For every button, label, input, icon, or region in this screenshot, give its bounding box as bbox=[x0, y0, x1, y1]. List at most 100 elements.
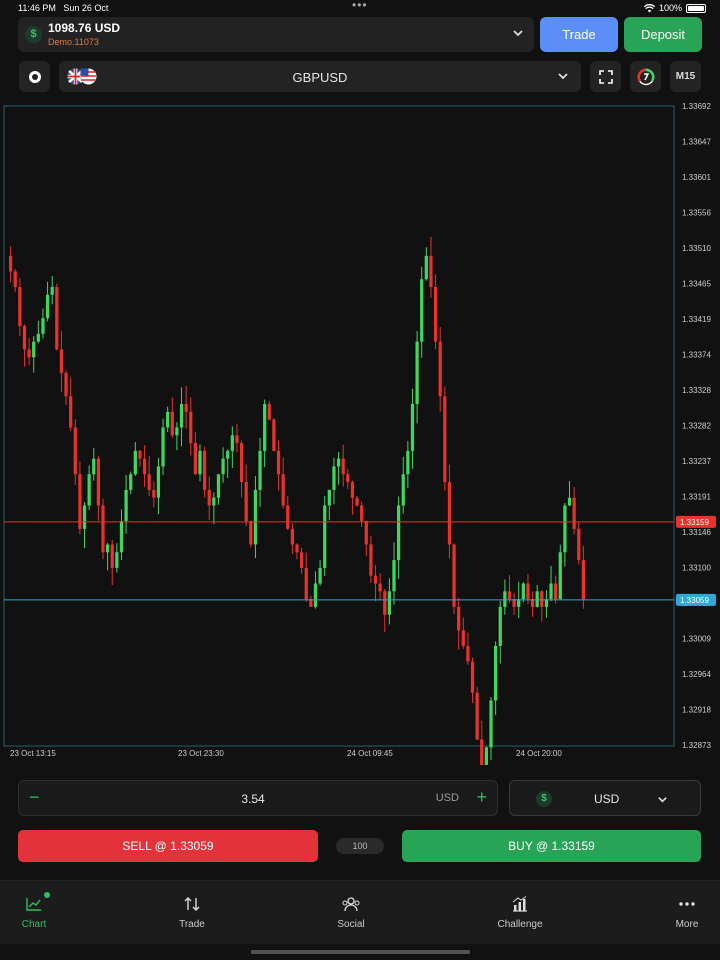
candle-body bbox=[142, 458, 147, 475]
settings-icon bbox=[28, 70, 41, 83]
candle-body bbox=[106, 544, 110, 553]
candle-body bbox=[341, 458, 345, 475]
candle-body bbox=[129, 474, 133, 490]
candle-body bbox=[429, 255, 433, 288]
candle-body bbox=[415, 341, 419, 405]
candle-body bbox=[281, 474, 285, 506]
candle-body bbox=[267, 404, 271, 420]
amount-currency: USD bbox=[435, 792, 459, 804]
nav-item-trade[interactable]: Trade bbox=[162, 895, 222, 930]
trade-button[interactable]: Trade bbox=[540, 17, 618, 52]
candle-body bbox=[64, 372, 68, 397]
ask-price-label: 1.33059 bbox=[680, 596, 709, 605]
y-tick-label: 1.33556 bbox=[682, 209, 711, 218]
candle-body bbox=[443, 396, 447, 483]
y-tick-label: 1.33191 bbox=[682, 493, 711, 502]
deposit-button[interactable]: Deposit bbox=[624, 17, 702, 52]
timeframe-button[interactable]: M15 bbox=[670, 61, 701, 92]
y-tick-label: 1.32964 bbox=[682, 670, 711, 679]
amount-value[interactable]: 3.54 bbox=[19, 792, 497, 806]
candle-body bbox=[332, 466, 336, 490]
y-tick-label: 1.33510 bbox=[682, 244, 711, 253]
candle-body bbox=[480, 739, 484, 765]
y-tick-label: 1.32918 bbox=[682, 706, 711, 715]
candle-body bbox=[69, 396, 73, 428]
candle-body bbox=[420, 279, 424, 342]
candle-body bbox=[470, 661, 475, 693]
fullscreen-button[interactable] bbox=[590, 61, 621, 92]
candle-body bbox=[295, 544, 299, 553]
candle-body bbox=[189, 411, 193, 444]
candle-body bbox=[119, 521, 124, 553]
y-tick-label: 1.33601 bbox=[682, 173, 711, 182]
candle-body bbox=[18, 287, 22, 327]
symbol-name: GBPUSD bbox=[292, 70, 348, 85]
candle-body bbox=[175, 427, 179, 436]
status-right: 100% bbox=[643, 3, 706, 13]
candle-body bbox=[276, 450, 281, 475]
sell-button[interactable]: SELL @ 1.33059 bbox=[18, 830, 318, 862]
candle-body bbox=[45, 294, 50, 319]
account-selector[interactable]: $ 1098.76 USD Demo.11073 bbox=[18, 17, 534, 52]
candle-body bbox=[327, 489, 331, 506]
candle-body bbox=[383, 591, 387, 615]
y-tick-label: 1.33146 bbox=[682, 528, 711, 537]
bid-price-label: 1.33159 bbox=[680, 518, 709, 527]
nav-label: Chart bbox=[21, 919, 47, 930]
status-date: Sun 26 Oct bbox=[63, 3, 109, 13]
multitask-dots-icon[interactable]: ••• bbox=[352, 0, 368, 12]
nav-item-more[interactable]: More bbox=[657, 895, 717, 930]
price-chart[interactable]: 1.33692 1.33647 1.33601 1.33556 1.33510 1.334… bbox=[0, 100, 720, 765]
increase-amount-button[interactable]: + bbox=[476, 787, 487, 808]
chart-plot-area[interactable] bbox=[3, 105, 675, 747]
y-tick-label: 1.33237 bbox=[682, 457, 711, 466]
currency-select[interactable]: $ USD bbox=[509, 780, 701, 816]
candle-body bbox=[350, 482, 355, 498]
nav-label: Challenge bbox=[497, 919, 543, 930]
candle-body bbox=[216, 474, 221, 498]
candle-body bbox=[360, 505, 364, 522]
candle-body bbox=[235, 435, 239, 444]
candle-body bbox=[9, 255, 13, 272]
candle-body bbox=[263, 404, 267, 451]
nav-label: Trade bbox=[179, 919, 205, 930]
candle-body bbox=[226, 450, 230, 459]
account-id: Demo.11073 bbox=[48, 37, 99, 47]
candle-body bbox=[507, 591, 512, 600]
candle-body bbox=[364, 521, 368, 545]
candle-body bbox=[369, 544, 373, 576]
nav-item-social[interactable]: Social bbox=[321, 895, 381, 930]
candle-body bbox=[290, 528, 294, 545]
nav-item-chart[interactable]: Chart bbox=[4, 892, 64, 930]
bottom-nav: Chart Trade Social Challenge More bbox=[0, 880, 720, 944]
candle-body bbox=[203, 450, 207, 490]
candle-body bbox=[535, 591, 539, 607]
y-tick-label: 1.32873 bbox=[682, 741, 711, 750]
account-balance: 1098.76 USD bbox=[48, 21, 121, 35]
y-axis: 1.33692 1.33647 1.33601 1.33556 1.33510 1.334… bbox=[682, 102, 711, 750]
candle-body bbox=[96, 458, 100, 506]
indicators-icon bbox=[637, 68, 654, 85]
currency-select-label: USD bbox=[594, 792, 620, 806]
candle-body bbox=[567, 497, 572, 506]
candle-body bbox=[577, 528, 581, 561]
candle-body bbox=[558, 552, 562, 600]
nav-item-challenge[interactable]: Challenge bbox=[490, 895, 550, 930]
settings-button[interactable] bbox=[19, 61, 50, 92]
candle-body bbox=[207, 489, 211, 506]
candle-body bbox=[526, 583, 530, 600]
candle-body bbox=[286, 505, 290, 529]
social-icon bbox=[342, 897, 360, 912]
candle-body bbox=[410, 404, 415, 451]
candle-body bbox=[249, 521, 253, 545]
candle-body bbox=[101, 505, 105, 553]
indicators-button[interactable] bbox=[630, 61, 661, 92]
buy-button[interactable]: BUY @ 1.33159 bbox=[402, 830, 701, 862]
candle-body bbox=[461, 630, 465, 646]
candle-body bbox=[133, 450, 137, 475]
candle-body bbox=[147, 474, 151, 490]
amount-stepper[interactable]: − 3.54 USD + bbox=[18, 780, 498, 816]
candle-body bbox=[433, 287, 438, 342]
symbol-selector[interactable]: GBPUSD bbox=[59, 61, 581, 92]
candle-body bbox=[124, 489, 128, 522]
